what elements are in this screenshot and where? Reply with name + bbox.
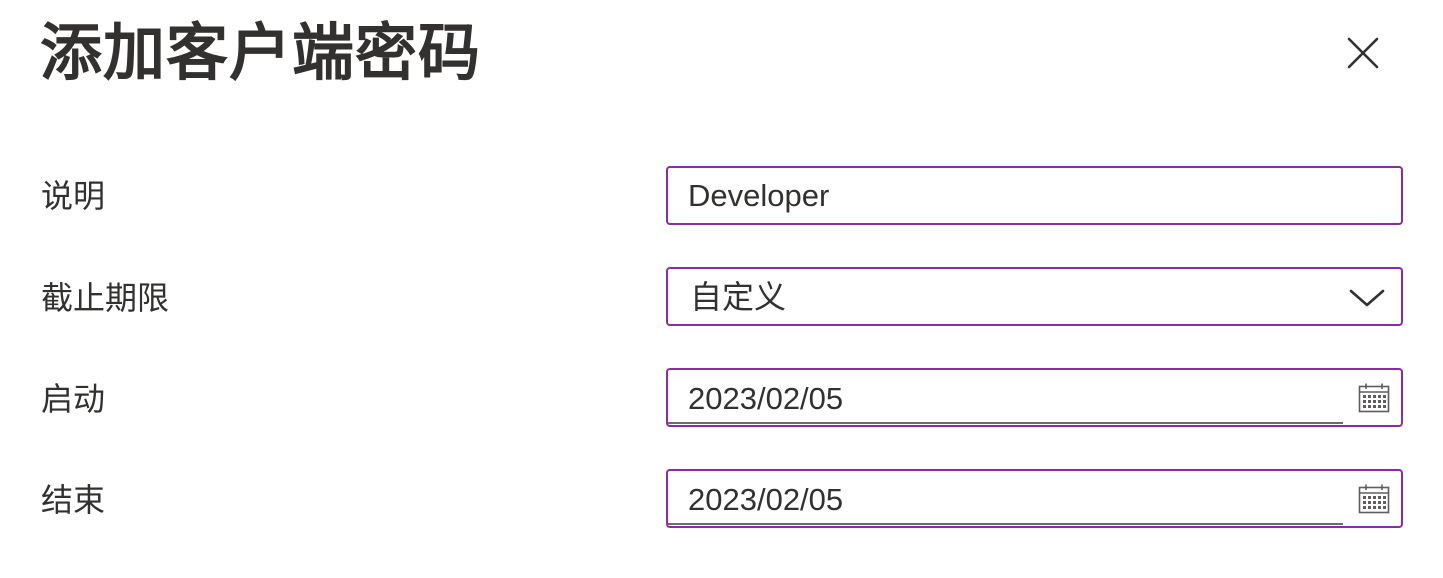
description-field[interactable] xyxy=(666,166,1403,225)
calendar-icon[interactable] xyxy=(1357,483,1391,515)
end-date-underline xyxy=(668,523,1343,525)
end-label: 结束 xyxy=(41,481,106,519)
close-icon xyxy=(1347,37,1379,69)
end-date-picker[interactable]: 2023/02/05 xyxy=(666,469,1403,528)
start-date-picker[interactable]: 2023/02/05 xyxy=(666,368,1403,427)
dialog-title: 添加客户端密码 xyxy=(40,16,482,89)
close-button[interactable] xyxy=(1334,24,1392,82)
description-label: 说明 xyxy=(41,177,106,215)
start-date-underline xyxy=(668,422,1343,424)
calendar-icon[interactable] xyxy=(1357,382,1391,414)
start-date-value: 2023/02/05 xyxy=(688,381,844,416)
start-label: 启动 xyxy=(41,380,106,418)
expiry-label: 截止期限 xyxy=(41,279,170,317)
description-input[interactable] xyxy=(668,168,1401,223)
expiry-selected-value: 自定义 xyxy=(690,278,787,316)
chevron-down-icon xyxy=(1349,289,1385,307)
end-date-value: 2023/02/05 xyxy=(688,482,844,517)
expiry-dropdown[interactable]: 自定义 xyxy=(666,267,1403,326)
